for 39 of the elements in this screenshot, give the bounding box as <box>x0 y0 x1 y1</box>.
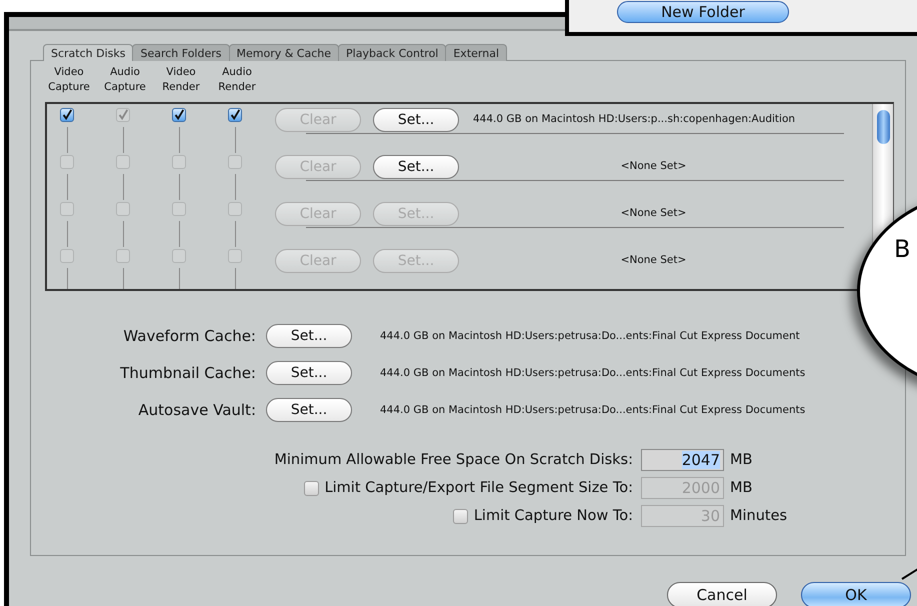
checkbox[interactable] <box>228 108 242 122</box>
set-button[interactable]: Set... <box>373 155 459 179</box>
disk-location: <None Set> <box>620 254 688 266</box>
callout-text: B <box>894 235 910 263</box>
disk-location: <None Set> <box>620 160 688 172</box>
unit-label: MB <box>730 480 754 496</box>
new-folder-button[interactable]: New Folder <box>617 1 789 23</box>
column-header: Audio Capture <box>103 65 147 95</box>
limit-label: Minimum Allowable Free Space On Scratch Disks: <box>274 452 633 468</box>
cache-label: Autosave Vault: <box>137 401 256 419</box>
column-header: Audio Render <box>217 65 257 95</box>
unit-label: MB <box>730 452 754 468</box>
checkbox[interactable] <box>60 108 74 122</box>
scroll-thumb[interactable] <box>876 110 890 144</box>
column-header: Video Capture <box>47 65 91 95</box>
set-button[interactable]: Set... <box>373 108 459 132</box>
limit-label: Limit Capture Now To: <box>474 508 633 524</box>
cancel-button[interactable]: Cancel <box>667 582 777 606</box>
unit-label: Minutes <box>730 508 788 524</box>
ok-button[interactable]: OK <box>801 582 911 606</box>
tab[interactable]: Search Folders <box>132 44 230 61</box>
column-header: Video Render <box>161 65 201 95</box>
checkbox[interactable] <box>172 108 186 122</box>
cache-location: 444.0 GB on Macintosh HD:Users:petrusa:Do...ents:Final Cut Express Documents <box>380 367 806 379</box>
cache-location: 444.0 GB on Macintosh HD:Users:petrusa:Do...ents:Final Cut Express Documents <box>380 404 806 416</box>
disk-location: <None Set> <box>620 207 688 219</box>
set-button[interactable]: Set... <box>266 324 352 348</box>
set-button[interactable]: Set... <box>266 398 352 422</box>
tab[interactable]: Playback Control <box>338 44 446 61</box>
tab[interactable]: Scratch Disks <box>43 44 134 61</box>
cache-label: Thumbnail Cache: <box>119 364 256 382</box>
limit-label: Limit Capture/Export File Segment Size To: <box>324 480 633 496</box>
number-field[interactable]: 2047 <box>641 449 724 471</box>
cache-label: Waveform Cache: <box>122 327 256 345</box>
disk-location: 444.0 GB on Macintosh HD:Users:p...sh:copenhagen:Audition <box>473 113 796 125</box>
tab[interactable]: External <box>445 44 507 61</box>
set-button[interactable]: Set... <box>266 361 352 385</box>
tab[interactable]: Memory & Cache <box>228 44 340 61</box>
cache-location: 444.0 GB on Macintosh HD:Users:petrusa:Do...ents:Final Cut Express Document <box>380 330 800 342</box>
